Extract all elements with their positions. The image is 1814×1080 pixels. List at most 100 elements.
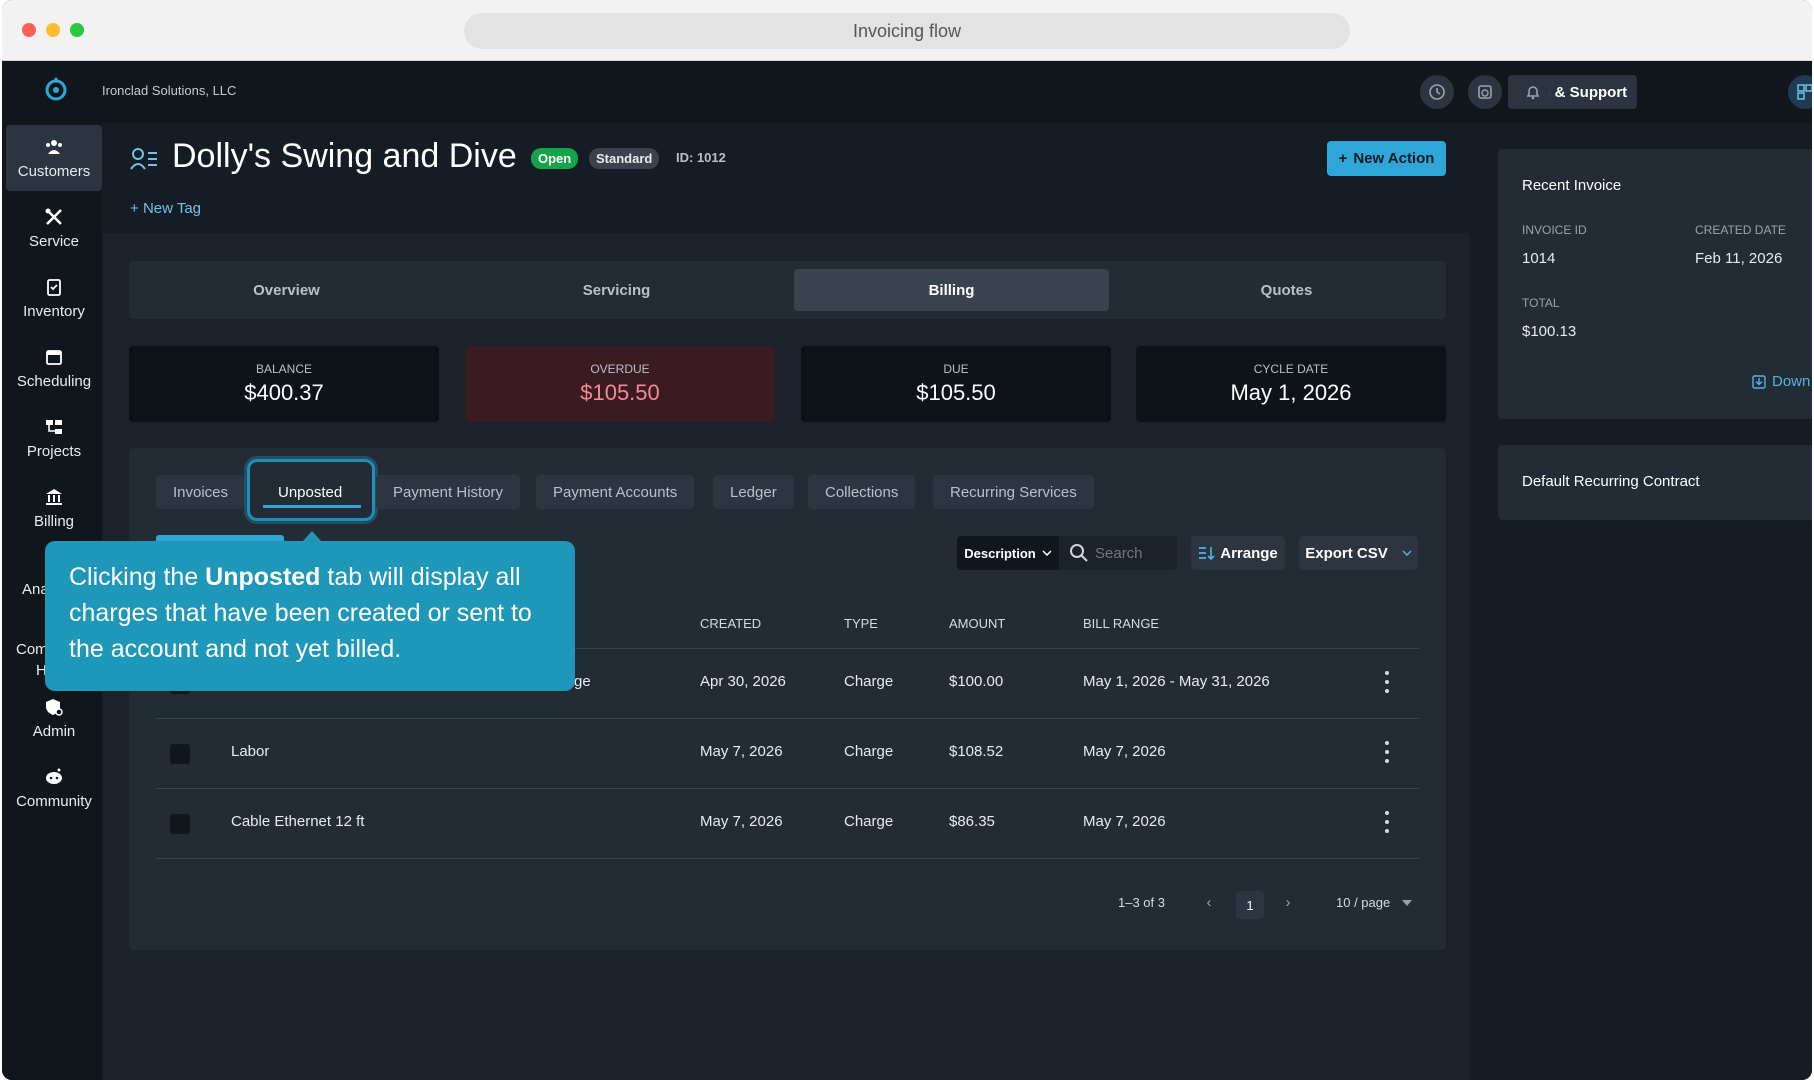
chevron-down-icon — [1402, 550, 1412, 556]
bank-icon — [46, 488, 62, 505]
new-tag-button[interactable]: + New Tag — [130, 200, 201, 217]
address-bar[interactable]: Invoicing flow — [464, 13, 1350, 49]
calendar-icon — [46, 349, 62, 365]
more-options-icon[interactable] — [1384, 811, 1390, 833]
table-row[interactable]: Labor May 7, 2026 Charge $108.52 May 7, … — [156, 719, 1419, 789]
row-bill-range: May 7, 2026 — [1083, 743, 1166, 760]
row-amount: $108.52 — [949, 743, 1004, 760]
app-logo-icon[interactable] — [42, 75, 70, 103]
subtab-ledger[interactable]: Ledger — [713, 475, 794, 509]
sidebar-item-community[interactable]: Community — [6, 755, 102, 821]
service-icon — [45, 208, 62, 225]
row-description: Labor — [231, 743, 270, 760]
active-tab-indicator — [263, 505, 361, 508]
more-options-icon[interactable] — [1384, 671, 1390, 693]
caret-down-icon — [1402, 899, 1413, 906]
sidebar-item-projects[interactable]: Projects — [6, 405, 102, 471]
sidebar-item-customers[interactable]: Customers — [6, 125, 102, 191]
row-type: Charge — [844, 813, 894, 830]
arrange-button[interactable]: Arrange — [1191, 536, 1285, 570]
column-amount[interactable]: AMOUNT — [949, 616, 1005, 631]
search-box[interactable] — [1059, 536, 1177, 570]
column-bill-range[interactable]: BILL RANGE — [1083, 616, 1159, 631]
app-window: Invoicing flow Ironclad Solutions, LLC H… — [2, 0, 1812, 1080]
more-options-icon[interactable] — [1384, 741, 1390, 763]
download-invoice-link[interactable]: Down — [1752, 373, 1810, 390]
sidebar-item-admin[interactable]: Admin — [6, 685, 102, 751]
row-bill-range: May 7, 2026 — [1083, 813, 1166, 830]
page-button[interactable]: 1 — [1236, 891, 1264, 919]
export-csv-button[interactable]: Export CSV — [1299, 536, 1418, 570]
sidebar-item-service[interactable]: Service — [6, 195, 102, 261]
subtab-payment-accounts[interactable]: Payment Accounts — [536, 475, 695, 509]
row-description: ge — [574, 673, 591, 690]
row-type: Charge — [844, 743, 894, 760]
tab-billing[interactable]: Billing — [794, 269, 1109, 311]
subtab-invoices[interactable]: Invoices — [156, 475, 246, 509]
row-amount: $100.00 — [949, 673, 1004, 690]
apps-grid-icon[interactable] — [1788, 75, 1812, 109]
row-created: Apr 30, 2026 — [700, 673, 786, 690]
sidebar-item-billing[interactable]: Billing — [6, 475, 102, 541]
pagination-summary: 1–3 of 3 — [1118, 895, 1165, 910]
row-created: May 7, 2026 — [700, 813, 783, 830]
column-type[interactable]: TYPE — [844, 616, 878, 631]
balance-card: BALANCE $400.37 — [129, 346, 439, 422]
customer-name: Dolly's Swing and Dive — [172, 137, 517, 175]
admin-icon — [46, 698, 63, 716]
next-page-icon[interactable]: › — [1279, 891, 1297, 913]
maximize-window-button[interactable] — [70, 23, 84, 37]
subtab-unposted[interactable]: Unposted — [261, 475, 360, 509]
row-description: Cable Ethernet 12 ft — [231, 813, 365, 830]
browser-titlebar: Invoicing flow — [2, 0, 1812, 61]
recent-invoice-card: Recent Invoice INVOICE ID 1014 CREATED D… — [1498, 149, 1812, 419]
community-icon — [46, 768, 62, 784]
chevron-down-icon — [1042, 550, 1052, 556]
tab-overview[interactable]: Overview — [129, 269, 444, 311]
sidebar-item-scheduling[interactable]: Scheduling — [6, 335, 102, 401]
plus-icon: + — [130, 200, 143, 217]
sidebar-item-communication[interactable]: Com — [16, 641, 48, 658]
row-checkbox[interactable] — [170, 744, 190, 764]
bell-icon[interactable] — [1516, 75, 1550, 109]
page-size-select[interactable]: 10 / page — [1336, 895, 1413, 910]
sidebar-item-inventory[interactable]: Inventory — [6, 265, 102, 331]
main-tabbar: Overview Servicing Billing Quotes — [129, 261, 1446, 319]
search-field-select[interactable]: Description — [957, 536, 1059, 570]
table-row[interactable]: Cable Ethernet 12 ft May 7, 2026 Charge … — [156, 789, 1419, 859]
row-amount: $86.35 — [949, 813, 995, 830]
minimize-window-button[interactable] — [46, 23, 60, 37]
prev-page-icon[interactable]: ‹ — [1200, 891, 1218, 913]
close-window-button[interactable] — [22, 23, 36, 37]
company-name: Ironclad Solutions, LLC — [102, 83, 237, 98]
recurring-contract-card[interactable]: Default Recurring Contract — [1498, 445, 1812, 520]
row-created: May 7, 2026 — [700, 743, 783, 760]
search-icon — [1070, 544, 1088, 562]
timer-icon[interactable] — [1468, 75, 1502, 109]
arrange-icon — [1199, 547, 1215, 560]
history-icon[interactable] — [1420, 75, 1454, 109]
download-icon — [1752, 374, 1766, 389]
tab-servicing[interactable]: Servicing — [459, 269, 774, 311]
subtab-collections[interactable]: Collections — [808, 475, 916, 509]
search-input[interactable] — [1095, 544, 1175, 562]
row-checkbox[interactable] — [170, 814, 190, 834]
overdue-card: OVERDUE $105.50 — [465, 346, 775, 422]
recurring-contract-title: Default Recurring Contract — [1522, 473, 1700, 490]
customer-id: ID: 1012 — [676, 150, 726, 165]
new-action-button[interactable]: + New Action — [1327, 141, 1446, 176]
row-bill-range: May 1, 2026 - May 31, 2026 — [1083, 673, 1270, 690]
subtab-payment-history[interactable]: Payment History — [376, 475, 521, 509]
plus-icon: + — [1338, 150, 1348, 167]
tab-quotes[interactable]: Quotes — [1129, 269, 1444, 311]
subtab-recurring-services[interactable]: Recurring Services — [933, 475, 1094, 509]
customers-icon — [46, 139, 62, 154]
customer-list-icon — [130, 148, 157, 170]
tier-badge: Standard — [589, 148, 660, 169]
walkthrough-tooltip: Clicking the Unposted tab will display a… — [45, 541, 575, 691]
recent-invoice-created: Feb 11, 2026 — [1695, 250, 1783, 267]
recent-invoice-id: 1014 — [1522, 250, 1556, 267]
cycle-date-card: CYCLE DATE May 1, 2026 — [1136, 346, 1446, 422]
projects-icon — [46, 419, 62, 434]
column-created[interactable]: CREATED — [700, 616, 761, 631]
